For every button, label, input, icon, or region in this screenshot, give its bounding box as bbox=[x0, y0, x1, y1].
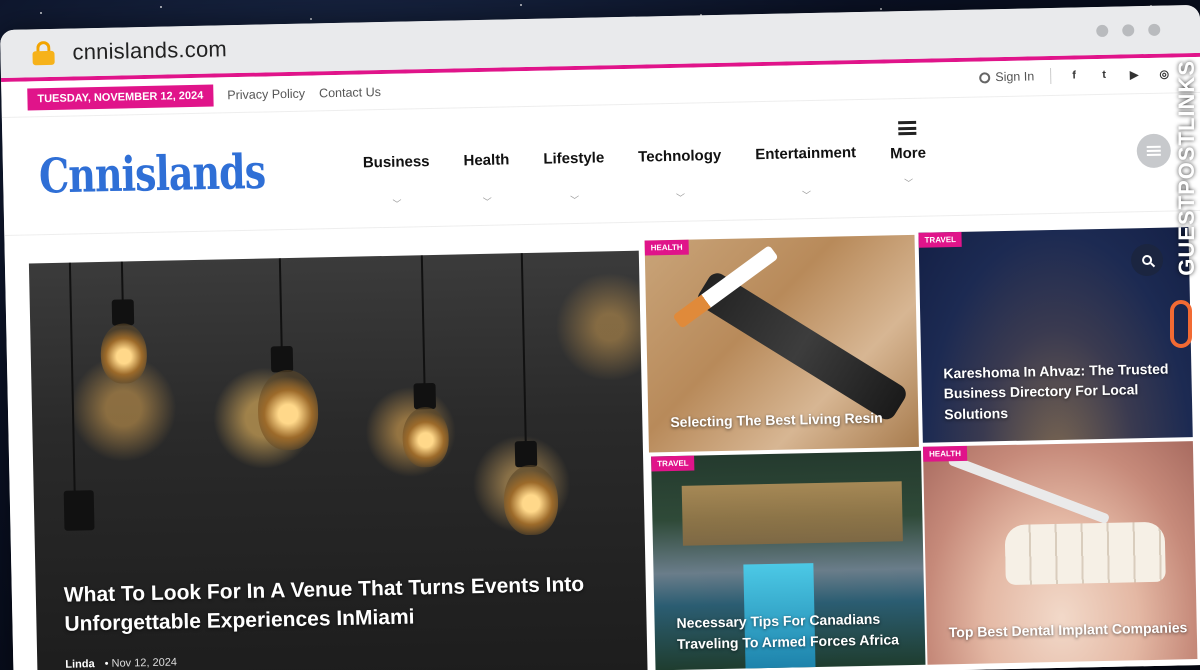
post-card[interactable]: HEALTH Selecting The Best Living Resin bbox=[644, 234, 919, 453]
category-tag[interactable]: HEALTH bbox=[644, 239, 689, 256]
author-name[interactable]: Linda bbox=[65, 658, 95, 670]
watermark-text: GUESTPOSTLINKS bbox=[1174, 60, 1199, 276]
nav-item-health[interactable]: Health ﹀ bbox=[463, 151, 510, 208]
post-title[interactable]: Selecting The Best Living Resin bbox=[670, 410, 883, 430]
browser-window: cnnislands.com TUESDAY, NOVEMBER 12, 202… bbox=[0, 4, 1200, 670]
category-tag[interactable]: TRAVEL bbox=[918, 231, 963, 248]
window-dot-icon[interactable] bbox=[1148, 23, 1161, 36]
instagram-icon[interactable]: ◎ bbox=[1157, 67, 1171, 80]
window-dot-icon[interactable] bbox=[1096, 24, 1109, 38]
web-page: TUESDAY, NOVEMBER 12, 2024 Privacy Polic… bbox=[1, 56, 1200, 670]
menu-icon bbox=[898, 120, 917, 136]
featured-post-title[interactable]: What To Look For In A Venue That Turns E… bbox=[64, 570, 625, 638]
divider bbox=[1050, 67, 1052, 85]
user-icon bbox=[979, 71, 991, 84]
nav-item-more[interactable]: More ﹀ bbox=[889, 120, 926, 200]
site-logo[interactable]: Cnnislands bbox=[38, 143, 265, 204]
featured-post-byline: Linda • Nov 12, 2024 bbox=[65, 656, 178, 670]
post-title[interactable]: Top Best Dental Implant Companies bbox=[949, 617, 1189, 642]
category-tag[interactable]: HEALTH bbox=[922, 445, 968, 462]
category-tag[interactable]: TRAVEL bbox=[651, 455, 695, 472]
featured-post-card[interactable]: What To Look For In A Venue That Turns E… bbox=[28, 250, 648, 670]
url-text[interactable]: cnnislands.com bbox=[72, 36, 227, 65]
post-date: Nov 12, 2024 bbox=[111, 656, 178, 670]
sign-in-label: Sign In bbox=[995, 69, 1035, 85]
post-title[interactable]: Necessary Tips For Canadians Traveling T… bbox=[676, 608, 917, 654]
privacy-policy-link[interactable]: Privacy Policy bbox=[227, 86, 305, 102]
lock-icon bbox=[32, 40, 55, 66]
twitter-icon[interactable]: t bbox=[1097, 69, 1111, 81]
post-card[interactable]: TRAVEL Necessary Tips For Canadians Trav… bbox=[651, 450, 926, 670]
menu-icon bbox=[1146, 145, 1161, 157]
top-bar-right: Sign In f t ▶ ◎ bbox=[979, 65, 1171, 85]
chevron-down-icon: ﹀ bbox=[392, 198, 402, 209]
window-dot-icon[interactable] bbox=[1122, 24, 1135, 37]
nav-item-lifestyle[interactable]: Lifestyle ﹀ bbox=[543, 149, 605, 206]
contact-us-link[interactable]: Contact Us bbox=[319, 85, 381, 100]
nav-item-entertainment[interactable]: Entertainment ﹀ bbox=[755, 144, 857, 202]
facebook-icon[interactable]: f bbox=[1067, 69, 1081, 81]
main-nav: Business ﹀ Health ﹀ Lifestyle ﹀ Technology ﹀… bbox=[363, 120, 927, 211]
post-card[interactable]: TRAVEL Kareshoma In Ahvaz: The Trusted B… bbox=[918, 227, 1193, 443]
post-card[interactable]: HEALTH Top Best Dental Implant Companies bbox=[922, 441, 1198, 665]
search-button[interactable] bbox=[1130, 243, 1164, 277]
search-icon bbox=[1141, 254, 1153, 266]
hamburger-menu-button[interactable] bbox=[1136, 133, 1172, 169]
post-title[interactable]: Kareshoma In Ahvaz: The Trusted Business… bbox=[943, 358, 1184, 424]
date-badge: TUESDAY, NOVEMBER 12, 2024 bbox=[27, 84, 214, 110]
window-controls bbox=[1096, 23, 1161, 38]
chevron-down-icon: ﹀ bbox=[904, 177, 914, 189]
nav-item-technology[interactable]: Technology ﹀ bbox=[638, 147, 722, 205]
chevron-down-icon: ﹀ bbox=[570, 194, 580, 206]
youtube-icon[interactable]: ▶ bbox=[1127, 68, 1141, 81]
site-header: Cnnislands Business ﹀ Health ﹀ Lifestyle ﹀ … bbox=[1, 92, 1200, 236]
chevron-down-icon: ﹀ bbox=[675, 192, 686, 203]
nav-item-business[interactable]: Business ﹀ bbox=[363, 153, 431, 210]
featured-grid: What To Look For In A Venue That Turns E… bbox=[28, 227, 1198, 670]
sign-in-link[interactable]: Sign In bbox=[979, 69, 1034, 84]
chevron-down-icon: ﹀ bbox=[482, 196, 492, 207]
chevron-down-icon: ﹀ bbox=[801, 190, 812, 201]
watermark-logo-icon bbox=[1170, 300, 1192, 348]
